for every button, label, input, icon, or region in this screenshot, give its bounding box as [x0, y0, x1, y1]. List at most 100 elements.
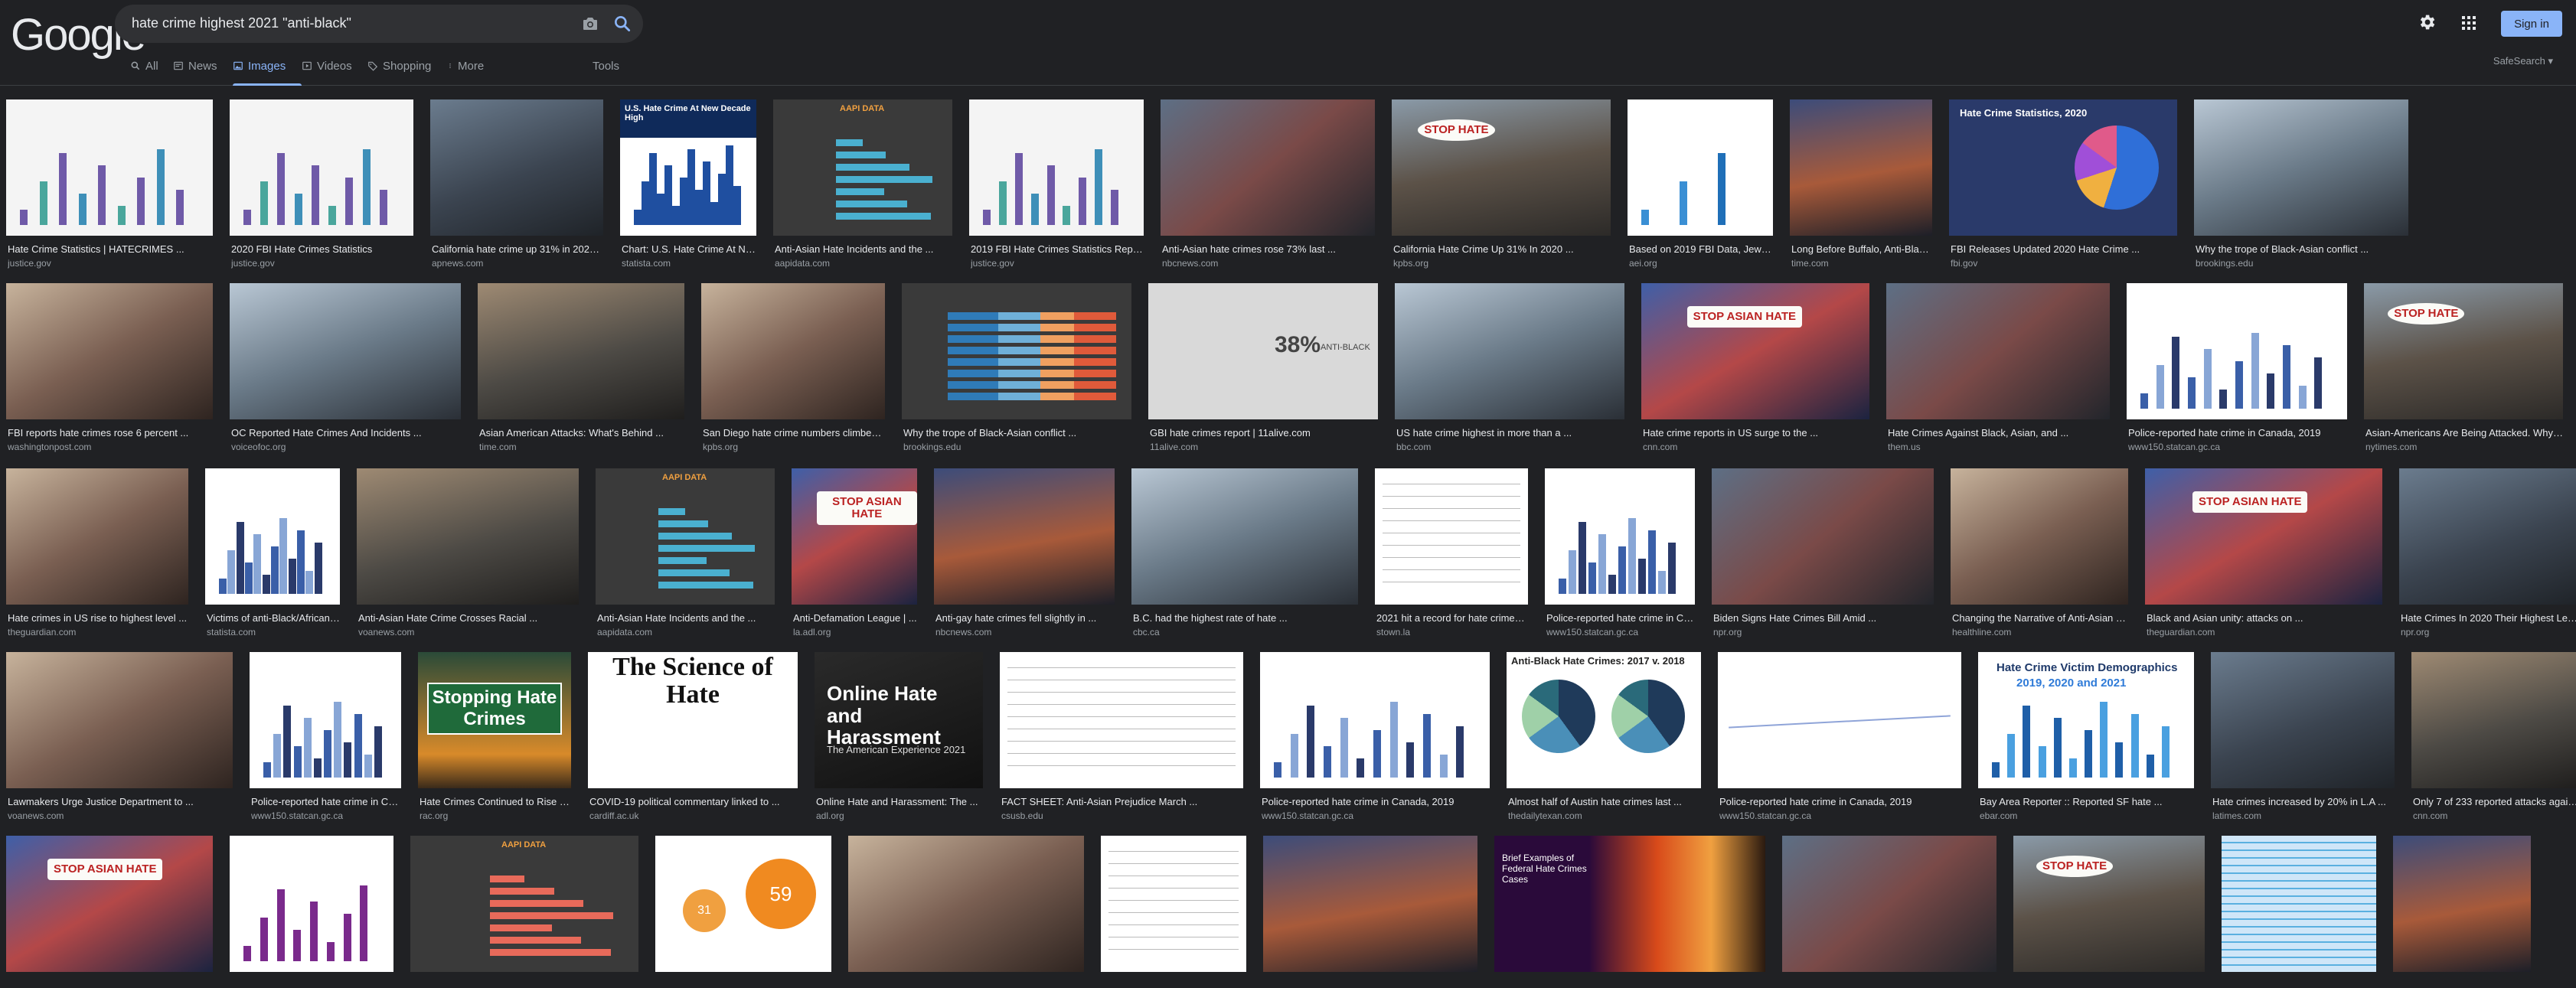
result-title[interactable]: US hate crime highest in more than a ...: [1396, 427, 1624, 439]
result-title[interactable]: Why the trope of Black-Asian conflict ..…: [903, 427, 1131, 439]
result-title[interactable]: 2019 FBI Hate Crimes Statistics Report: [971, 243, 1144, 255]
image-result[interactable]: STOP ASIAN HATE Hate crime reports in US …: [1641, 283, 1869, 458]
image-result[interactable]: STOP HATE California Hate Crime Up 31% In…: [1392, 99, 1611, 274]
result-thumbnail[interactable]: [6, 283, 213, 419]
result-thumbnail[interactable]: [848, 836, 1084, 972]
image-result[interactable]: OC Reported Hate Crimes And Incidents ..…: [230, 283, 461, 458]
result-title[interactable]: Hate Crimes Continued to Rise in...: [420, 796, 571, 807]
result-title[interactable]: Biden Signs Hate Crimes Bill Amid ...: [1713, 612, 1934, 624]
image-result[interactable]: Brief Examples of Federal Hate Crimes Ca…: [1494, 836, 1765, 988]
image-result[interactable]: 2019 FBI Hate Crimes Statistics Report ju…: [969, 99, 1144, 274]
result-thumbnail[interactable]: [1545, 468, 1695, 605]
result-title[interactable]: Based on 2019 FBI Data, Jews ...: [1629, 243, 1773, 255]
safesearch-toggle[interactable]: SafeSearch ▾: [2493, 55, 2553, 67]
result-title[interactable]: Lawmakers Urge Justice Department to ...: [8, 796, 233, 807]
result-title[interactable]: FACT SHEET: Anti-Asian Prejudice March .…: [1001, 796, 1243, 807]
tab-all[interactable]: All: [130, 60, 173, 83]
sign-in-button[interactable]: Sign in: [2501, 11, 2562, 37]
result-thumbnail[interactable]: [902, 283, 1131, 419]
result-thumbnail[interactable]: [478, 283, 684, 419]
apps-grid-icon[interactable]: [2460, 14, 2478, 32]
result-title[interactable]: COVID-19 political commentary linked to …: [589, 796, 798, 807]
image-result[interactable]: [230, 836, 393, 988]
image-result[interactable]: Police-reported hate crime in Canada, 20…: [1718, 652, 1961, 827]
image-result[interactable]: 31 59: [655, 836, 831, 988]
result-thumbnail[interactable]: [357, 468, 579, 605]
result-thumbnail[interactable]: STOP HATE: [1392, 99, 1611, 236]
result-thumbnail[interactable]: [2399, 468, 2576, 605]
result-title[interactable]: San Diego hate crime numbers climbed ...: [703, 427, 885, 439]
image-result[interactable]: Police-reported hate crime in Canada, 20…: [2127, 283, 2347, 458]
image-result[interactable]: 38% ANTI-BLACK GBI hate crimes report | 11…: [1148, 283, 1378, 458]
image-result[interactable]: 2020 FBI Hate Crimes Statistics justice.g…: [230, 99, 413, 274]
image-result[interactable]: AAPI DATA Anti-Asian Hate Incidents and t…: [596, 468, 775, 643]
result-title[interactable]: Anti-Asian Hate Incidents and the ...: [597, 612, 775, 624]
image-result[interactable]: [2222, 836, 2376, 988]
image-result[interactable]: Anti-Black Hate Crimes: 2017 v. 2018 Almo…: [1507, 652, 1701, 827]
image-result[interactable]: [1782, 836, 1996, 988]
result-title[interactable]: Police-reported hate crime in Canada, 20…: [1719, 796, 1961, 807]
result-thumbnail[interactable]: [1628, 99, 1773, 236]
result-title[interactable]: Almost half of Austin hate crimes last .…: [1508, 796, 1701, 807]
result-thumbnail[interactable]: [1263, 836, 1477, 972]
search-input[interactable]: hate crime highest 2021 "anti-black": [132, 15, 351, 31]
result-title[interactable]: B.C. had the highest rate of hate ...: [1133, 612, 1358, 624]
result-thumbnail[interactable]: [2393, 836, 2531, 972]
result-thumbnail[interactable]: [934, 468, 1115, 605]
image-result[interactable]: [848, 836, 1084, 988]
result-title[interactable]: FBI Releases Updated 2020 Hate Crime ...: [1951, 243, 2177, 255]
result-title[interactable]: Anti-Asian hate crimes rose 73% last ...: [1162, 243, 1375, 255]
result-thumbnail[interactable]: AAPI DATA: [596, 468, 775, 605]
gear-icon[interactable]: [2417, 12, 2437, 32]
result-thumbnail[interactable]: Brief Examples of Federal Hate Crimes Ca…: [1494, 836, 1765, 972]
result-thumbnail[interactable]: 38% ANTI-BLACK: [1148, 283, 1378, 419]
result-thumbnail[interactable]: [2127, 283, 2347, 419]
image-result[interactable]: Hate Crimes In 2020 Their Highest Level …: [2399, 468, 2576, 643]
result-thumbnail[interactable]: U.S. Hate Crime At New Decade High: [620, 99, 756, 236]
image-result[interactable]: San Diego hate crime numbers climbed ...…: [701, 283, 885, 458]
result-title[interactable]: 2021 hit a record for hate crimes ...: [1376, 612, 1528, 624]
image-result[interactable]: Stopping Hate Crimes Hate Crimes Continue…: [418, 652, 571, 827]
result-thumbnail[interactable]: [230, 283, 461, 419]
image-result[interactable]: Online Hate and Harassment The American E…: [815, 652, 983, 827]
image-result[interactable]: Hate Crime Statistics, 2020 FBI Releases …: [1949, 99, 2177, 274]
result-title[interactable]: Anti-Asian Hate Incidents and the ...: [775, 243, 952, 255]
image-result[interactable]: Hate crimes in US rise to highest level …: [6, 468, 188, 643]
result-title[interactable]: Bay Area Reporter :: Reported SF hate ..…: [1980, 796, 2194, 807]
image-result[interactable]: Long Before Buffalo, Anti-Black Hate ...…: [1790, 99, 1932, 274]
result-title[interactable]: Changing the Narrative of Anti-Asian H..…: [1952, 612, 2128, 624]
result-title[interactable]: California Hate Crime Up 31% In 2020 ...: [1393, 243, 1611, 255]
result-thumbnail[interactable]: [230, 99, 413, 236]
image-result[interactable]: U.S. Hate Crime At New Decade High Chart:…: [620, 99, 756, 274]
result-thumbnail[interactable]: Hate Crime Statistics, 2020: [1949, 99, 2177, 236]
result-thumbnail[interactable]: [2211, 652, 2395, 788]
image-result[interactable]: Lawmakers Urge Justice Department to ...…: [6, 652, 233, 827]
result-thumbnail[interactable]: [1886, 283, 2110, 419]
result-thumbnail[interactable]: [1131, 468, 1358, 605]
result-thumbnail[interactable]: STOP ASIAN HATE: [792, 468, 917, 605]
result-thumbnail[interactable]: Anti-Black Hate Crimes: 2017 v. 2018: [1507, 652, 1701, 788]
tab-images[interactable]: Images: [233, 60, 302, 86]
result-title[interactable]: Police-reported hate crime in Canada, 20…: [1262, 796, 1490, 807]
image-result[interactable]: Police-reported hate crime in Canada, 20…: [1260, 652, 1490, 827]
result-thumbnail[interactable]: [969, 99, 1144, 236]
result-title[interactable]: GBI hate crimes report | 11alive.com: [1150, 427, 1378, 439]
result-thumbnail[interactable]: [2411, 652, 2576, 788]
image-result[interactable]: US hate crime highest in more than a ...…: [1395, 283, 1624, 458]
image-result[interactable]: AAPI DATA Anti-Asian Hate Incidents and t…: [773, 99, 952, 274]
image-result[interactable]: FACT SHEET: Anti-Asian Prejudice March .…: [1000, 652, 1243, 827]
result-thumbnail[interactable]: [6, 468, 188, 605]
image-result[interactable]: Victims of anti-Black/African ... statist…: [205, 468, 340, 643]
result-title[interactable]: Anti-Defamation League | ...: [793, 612, 917, 624]
result-thumbnail[interactable]: [1101, 836, 1246, 972]
result-title[interactable]: Long Before Buffalo, Anti-Black Hate ...: [1791, 243, 1932, 255]
image-result[interactable]: Police-reported hate crime in Ca... www15…: [250, 652, 401, 827]
result-thumbnail[interactable]: [1718, 652, 1961, 788]
search-icon[interactable]: [612, 14, 632, 34]
image-result[interactable]: [2393, 836, 2531, 988]
image-result[interactable]: STOP HATE: [2013, 836, 2205, 988]
image-result[interactable]: The Science of Hate COVID-19 political co…: [588, 652, 798, 827]
result-thumbnail[interactable]: [6, 99, 213, 236]
result-thumbnail[interactable]: [1395, 283, 1624, 419]
result-title[interactable]: Hate crime reports in US surge to the ..…: [1643, 427, 1869, 439]
